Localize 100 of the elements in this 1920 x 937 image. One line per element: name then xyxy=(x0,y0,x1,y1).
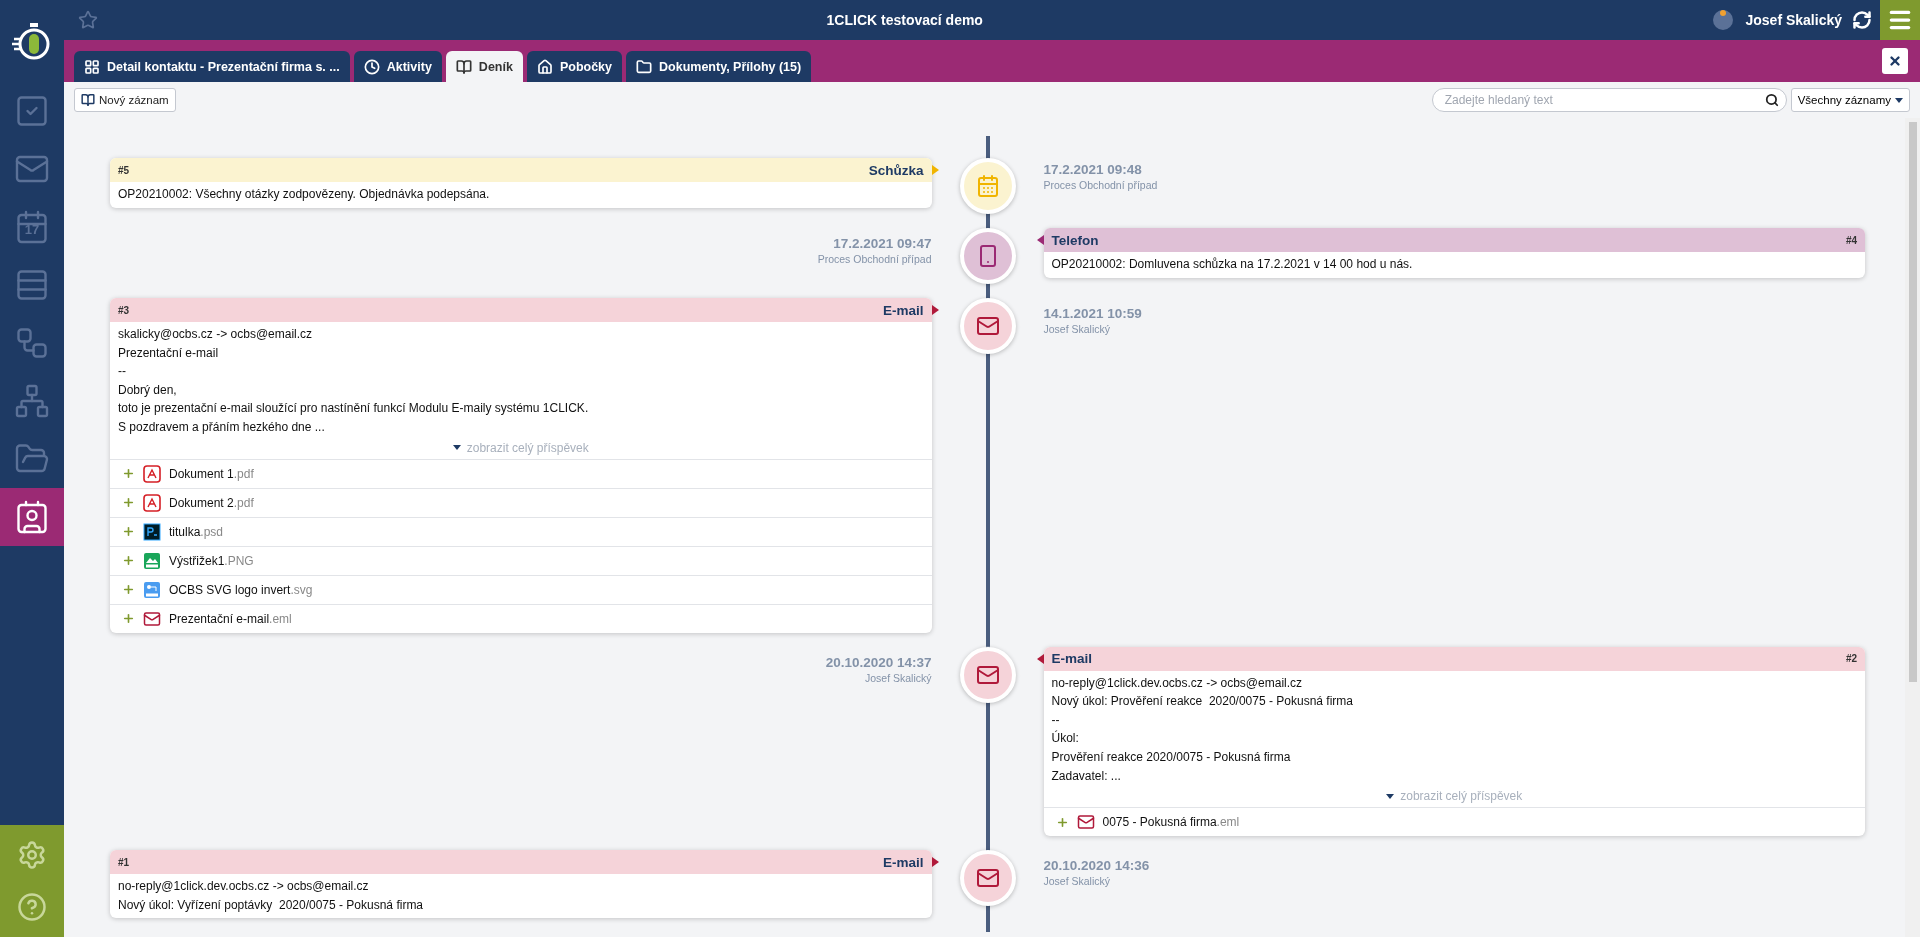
vector-file-icon xyxy=(143,580,161,599)
entry-text: no-reply@1click.dev.ocbs.cz -> ocbs@email.cz xyxy=(118,878,370,896)
entry-type: Schůzka xyxy=(868,162,924,178)
entry-text: OP20210002: Domluvena schůzka na 17.2.2021 v 14 00 hod u nás. xyxy=(1051,256,1414,273)
menu-button[interactable] xyxy=(1880,0,1920,40)
attachment-row[interactable]: titulka.psd xyxy=(110,516,932,546)
tab[interactable]: Aktivity xyxy=(353,51,442,82)
pointer-icon xyxy=(1036,653,1044,664)
calendar-icon xyxy=(14,209,50,245)
entry-subtitle: Josef Skalický xyxy=(1043,875,1111,888)
book-icon xyxy=(455,58,472,75)
caret-icon xyxy=(1895,97,1903,103)
attachment-name: titulka.psd xyxy=(169,524,224,539)
entry-subtitle: Proces Obchodní případ xyxy=(817,253,932,265)
attachment-row[interactable]: Prezentační e-mail.eml xyxy=(110,603,932,633)
scrollbar[interactable] xyxy=(1905,118,1920,937)
attachment-row[interactable]: 0075 - Pokusná firma.eml xyxy=(1043,807,1865,837)
mail-file-icon xyxy=(1076,813,1095,832)
pointer-icon xyxy=(1036,235,1044,245)
add-icon[interactable] xyxy=(122,467,135,481)
attachment-row[interactable]: Výstřižek1.PNG xyxy=(110,545,932,575)
entry-date: 17.2.2021 09:47 xyxy=(833,236,932,251)
book-icon xyxy=(81,93,95,107)
entry-type: E-mail xyxy=(1051,651,1092,667)
attachment-row[interactable]: OCBS SVG logo invert.svg xyxy=(110,574,932,604)
entry-text: -- xyxy=(118,363,127,381)
attachment-name: Prezentační e-mail.eml xyxy=(169,611,292,626)
attachment-name: OCBS SVG logo invert.svg xyxy=(169,582,313,597)
add-icon[interactable] xyxy=(122,525,135,539)
entry-date: 17.2.2021 09:48 xyxy=(1043,162,1142,177)
entry-date: 20.10.2020 14:36 xyxy=(1043,858,1150,874)
tab[interactable]: Detail kontaktu - Prezentační firma s. ... xyxy=(74,51,350,82)
entry-text: Prověření reakce 2020/0075 - Pokusná firma xyxy=(1051,748,1292,766)
entry-type: Telefon xyxy=(1051,232,1099,248)
gear-icon xyxy=(17,840,47,870)
filter-dropdown[interactable]: Všechny záznamy xyxy=(1790,88,1910,112)
entry-text: Zadavatel: ... xyxy=(1051,767,1122,785)
new-entry-button[interactable]: Nový záznam xyxy=(74,88,176,112)
close-button[interactable] xyxy=(1882,48,1908,74)
refresh-icon[interactable] xyxy=(1852,10,1872,30)
image-file-icon xyxy=(143,551,161,570)
entry-text: S pozdravem a přáním hezkého dne ... xyxy=(118,418,326,436)
entry-text: Nový úkol: Prověření reakce 2020/0075 - Pokusná firma xyxy=(1051,693,1354,711)
attachment-name: Dokument 2.pdf xyxy=(169,495,254,510)
entry-type: E-mail xyxy=(883,854,924,870)
flow-icon xyxy=(14,325,50,361)
hierarchy-icon xyxy=(14,383,50,419)
entry-text: OP20210002: Všechny otázky zodpovězeny. Objednávka podepsána. xyxy=(118,186,491,203)
entry-text: skalicky@ocbs.cz -> ocbs@email.cz xyxy=(118,326,314,343)
entry-number: #3 xyxy=(118,304,130,316)
entry-text: Prezentační e-mail xyxy=(118,344,220,362)
entry-text: -- xyxy=(1051,711,1061,729)
sidebar-item[interactable] xyxy=(0,488,64,546)
avatar-icon xyxy=(1711,8,1736,32)
clock-icon xyxy=(363,58,380,75)
entry-subtitle: Proces Obchodní případ xyxy=(1043,179,1158,191)
entry-text: Nový úkol: Vyřízení poptávky 2020/0075 - Pokusná firma xyxy=(118,896,425,914)
pdf-file-icon xyxy=(143,493,161,512)
pdf-file-icon xyxy=(143,464,161,483)
mail-file-icon xyxy=(143,609,161,628)
attachment-row[interactable]: Dokument 2.pdf xyxy=(110,487,932,517)
entry-date: 14.1.2021 10:59 xyxy=(1043,306,1142,321)
caret-icon xyxy=(1386,793,1395,799)
grid-icon xyxy=(84,58,100,75)
attachment-name: Dokument 1.pdf xyxy=(169,466,254,481)
entry-subtitle: Josef Skalický xyxy=(1043,323,1111,335)
add-icon[interactable] xyxy=(1055,815,1069,829)
attachment-row[interactable]: Dokument 1.pdf xyxy=(110,458,932,488)
tab[interactable]: Dokumenty, Přílohy (15) xyxy=(626,51,812,82)
add-icon[interactable] xyxy=(122,583,135,597)
entry-date: 20.10.2020 14:37 xyxy=(825,654,932,670)
entry-text: no-reply@1click.dev.ocbs.cz -> ocbs@email.cz xyxy=(1051,674,1304,692)
house-icon xyxy=(536,58,553,75)
question-icon xyxy=(17,892,47,922)
add-icon[interactable] xyxy=(122,612,135,626)
user-name[interactable]: Josef Skalický xyxy=(1745,12,1842,28)
entry-type: E-mail xyxy=(883,302,924,318)
attachment-name: Výstřižek1.PNG xyxy=(169,553,254,568)
entry-text: toto je prezentační e-mail sloužící pro nastínění funkcí Modulu E-maily systému 1CLICK. xyxy=(118,400,590,418)
folder-icon xyxy=(636,58,652,75)
entry-number: #5 xyxy=(118,164,130,176)
email-icon xyxy=(975,314,1000,338)
caret-icon xyxy=(452,445,461,451)
entry-text: Dobrý den, xyxy=(118,381,178,399)
add-icon[interactable] xyxy=(122,554,135,568)
search-icon[interactable] xyxy=(1764,93,1779,107)
tab[interactable]: Pobočky xyxy=(526,51,622,82)
entry-number: #1 xyxy=(118,856,130,868)
favorite-star-icon[interactable] xyxy=(78,10,98,30)
contact-card-icon xyxy=(14,499,50,535)
checkbox-icon xyxy=(14,93,50,129)
tab[interactable]: Deník xyxy=(445,51,523,82)
search-field[interactable]: Zadejte hledaný text xyxy=(1431,88,1787,112)
entry-subtitle: Josef Skalický xyxy=(864,671,932,684)
entry-number: #4 xyxy=(1845,234,1857,246)
app-title: 1CLICK testovací demo xyxy=(825,12,984,28)
list-icon xyxy=(14,267,50,303)
entry-number: #2 xyxy=(1845,653,1857,665)
add-icon[interactable] xyxy=(122,496,135,510)
meeting-icon xyxy=(975,174,1000,198)
